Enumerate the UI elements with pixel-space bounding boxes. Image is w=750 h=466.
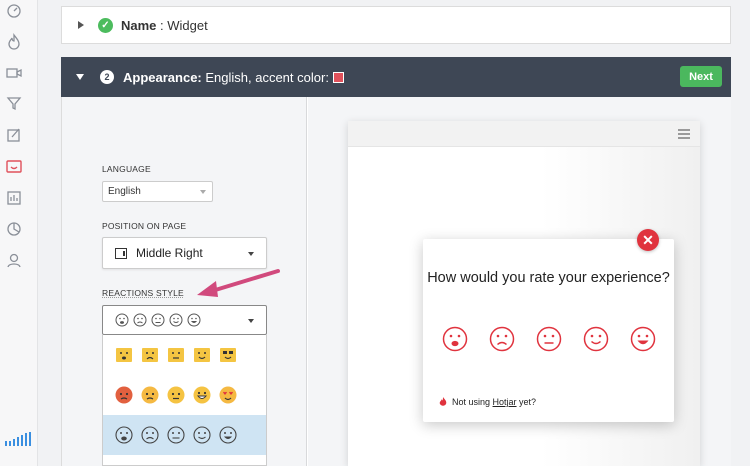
recordings-icon[interactable] bbox=[5, 64, 23, 82]
hotjar-link[interactable]: Hotjar bbox=[493, 397, 517, 407]
reaction-face-icon bbox=[187, 313, 201, 327]
language-value: English bbox=[108, 186, 141, 197]
chevron-down-icon bbox=[248, 252, 254, 256]
check-icon: ✓ bbox=[98, 17, 113, 33]
window-position-icon bbox=[115, 247, 127, 259]
square-face-icon bbox=[194, 348, 210, 362]
settings-pane: LANGUAGE English POSITION ON PAGE Middle… bbox=[62, 97, 307, 466]
step-number-badge: 2 bbox=[100, 70, 114, 84]
collapse-caret-icon[interactable] bbox=[76, 74, 84, 80]
reactions-style-select[interactable] bbox=[102, 305, 267, 335]
heart-eyes-emoji-icon bbox=[219, 386, 237, 404]
reactions-option-squares[interactable] bbox=[103, 335, 266, 375]
surveys-icon[interactable] bbox=[5, 220, 23, 238]
outline-face-icon bbox=[141, 426, 159, 444]
widget-footer: Not using Hotjar yet? bbox=[439, 397, 536, 407]
expand-caret-icon[interactable] bbox=[78, 21, 84, 29]
signal-bars-icon bbox=[5, 432, 31, 446]
accent-color-swatch[interactable] bbox=[332, 71, 344, 83]
square-face-icon bbox=[142, 348, 158, 362]
reaction-face-icon bbox=[115, 313, 129, 327]
reactions-option-emoji[interactable] bbox=[103, 375, 266, 415]
widget-rating-faces bbox=[442, 326, 656, 352]
square-face-icon bbox=[116, 348, 132, 362]
angry-emoji-icon bbox=[115, 386, 133, 404]
incoming-feedback-icon[interactable] bbox=[5, 157, 23, 175]
browser-bar bbox=[348, 121, 700, 147]
reactions-style-label: REACTIONS STYLE bbox=[102, 288, 184, 298]
feedback-widget-preview: How would you rate your experience? Not … bbox=[423, 239, 674, 422]
grin-emoji-icon bbox=[193, 386, 211, 404]
reaction-face-icon bbox=[169, 313, 183, 327]
outline-face-icon bbox=[115, 426, 133, 444]
close-icon[interactable]: ✕ bbox=[637, 229, 659, 251]
heatmaps-icon[interactable] bbox=[5, 33, 23, 51]
reaction-face-icon bbox=[151, 313, 165, 327]
funnels-icon[interactable] bbox=[5, 94, 23, 112]
hamburger-menu-icon bbox=[678, 129, 690, 141]
language-label: LANGUAGE bbox=[102, 164, 151, 174]
square-face-icon bbox=[168, 348, 184, 362]
rating-face-2-icon[interactable] bbox=[489, 326, 515, 352]
reactions-option-outline[interactable] bbox=[103, 415, 266, 455]
reaction-face-icon bbox=[133, 313, 147, 327]
outline-face-icon bbox=[193, 426, 211, 444]
position-value: Middle Right bbox=[136, 246, 203, 260]
outline-face-icon bbox=[219, 426, 237, 444]
rating-face-4-icon[interactable] bbox=[583, 326, 609, 352]
neutral-emoji-icon bbox=[167, 386, 185, 404]
widget-question: How would you rate your experience? bbox=[427, 270, 670, 286]
step-name-card[interactable]: ✓ Name : Widget bbox=[61, 6, 731, 44]
chevron-down-icon bbox=[248, 319, 254, 323]
step-name-title: Name : Widget bbox=[121, 17, 208, 33]
reactions-style-dropdown bbox=[102, 335, 267, 466]
rating-face-5-icon[interactable] bbox=[630, 326, 656, 352]
dashboard-icon[interactable] bbox=[5, 2, 23, 20]
hotjar-flame-icon bbox=[439, 397, 447, 406]
sad-emoji-icon bbox=[141, 386, 159, 404]
step-appearance-header[interactable]: 2 Appearance: English, accent color: Nex… bbox=[61, 57, 731, 97]
square-face-icon bbox=[220, 348, 236, 362]
step-appearance-title: Appearance: English, accent color: bbox=[123, 70, 344, 85]
chevron-down-icon bbox=[200, 190, 206, 194]
language-select[interactable]: English bbox=[102, 181, 213, 202]
forms-icon[interactable] bbox=[5, 126, 23, 144]
rating-face-3-icon[interactable] bbox=[536, 326, 562, 352]
left-nav-rail bbox=[0, 0, 38, 466]
pointer-arrow-annotation bbox=[197, 269, 280, 297]
footer-text: Not using Hotjar yet? bbox=[452, 397, 537, 407]
outline-face-icon bbox=[167, 426, 185, 444]
rating-face-1-icon[interactable] bbox=[442, 326, 468, 352]
recruiters-icon[interactable] bbox=[5, 251, 23, 269]
position-label: POSITION ON PAGE bbox=[102, 221, 187, 231]
next-button[interactable]: Next bbox=[680, 66, 722, 87]
polls-icon[interactable] bbox=[5, 189, 23, 207]
